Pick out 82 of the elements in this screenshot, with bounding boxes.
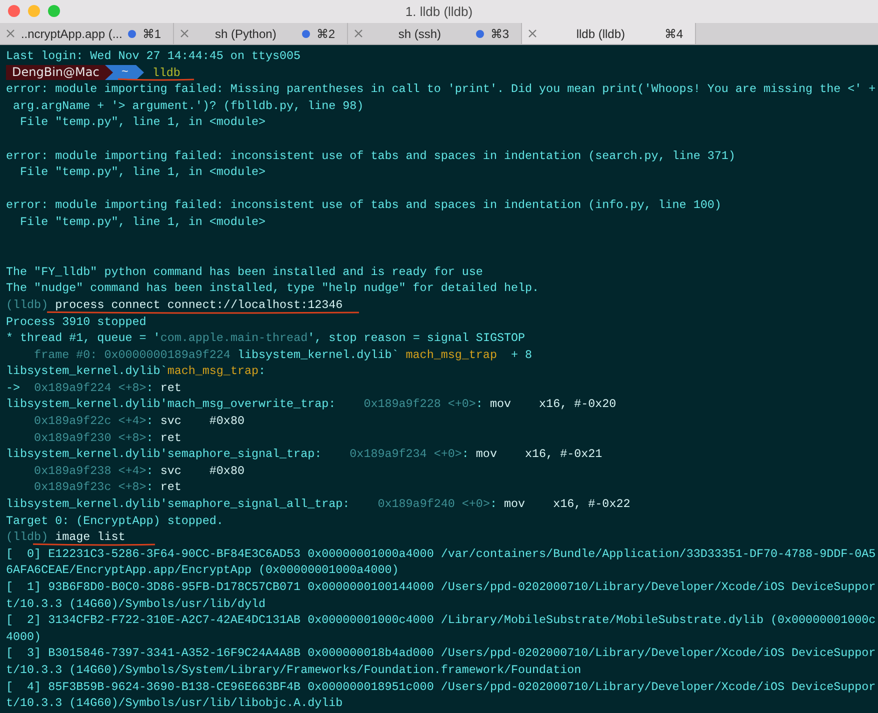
output-text: libsystem_kernel.dylib'mach_msg_overwrite_trap: [6,397,337,412]
output-text: Last login: Wed Nov 27 14:44:45 on ttys005 [6,49,301,63]
tab-shortcut: ⌘4 [664,26,683,42]
dim-output-text: (lldb) [6,530,50,544]
tab-title: sh (ssh) [397,26,442,42]
output-text: mov x16, #-0x21 [476,447,602,462]
close-tab-icon[interactable] [528,29,537,38]
output-text: libsystem_kernel.dylib` [237,348,400,362]
output-text: File "temp.py", line 1, in <module> [19,214,266,229]
output-text: [ 3] B3015846-7397-3341-A352-16F9C24A4A8B 0x000000018b4ad000 /Users/ppd-0202000710/Library/Developer/Xcode/iOS DeviceSuppor [6,646,876,660]
close-window-button[interactable] [8,5,20,17]
output-text: arg.argName + '> argument.')? (fblldb.py, line 98) [12,98,364,113]
output-text: error: module importing failed: inconsistent use of tabs and spaces in indentation (search.py, line 371) [6,148,736,163]
output-text: Target 0: (EncryptApp) stopped. [6,514,224,528]
output-text: File "temp.py", line 1, in <module> [19,165,266,180]
output-text: : [476,397,484,412]
output-text: -> [6,380,22,395]
tab-title: sh (Python) [214,26,278,42]
tab-title: lldb (lldb) [575,26,626,42]
output-text: [ 2] 3134CFB2-F722-310E-A2C7-42AE4DC131AB 0x00000001000c4000 /Library/MobileSubstrate/MobileSubstrate.dylib (0x00000001000c [6,613,876,628]
output-text: t/10.3.3 (14G60)/Symbols/System/Library/Frameworks/Foundation.framework/Foundation [6,662,582,677]
output-text: : [146,480,154,494]
output-text: [ 4] 85F3B59B-9624-3690-B138-CE96E663BF4B 0x000000018951c000 /Users/ppd-0202000710/Library/Developer/Xcode/iOS DeviceSuppor [6,680,876,694]
output-text: ret [160,380,182,395]
dim-output-text: 0x189a9f22c <+4> [33,414,146,428]
close-tab-icon[interactable] [180,29,189,38]
output-text: Process 3910 stopped [6,314,146,328]
tab-shortcut: ⌘2 [316,26,335,42]
symbol-text: mach_msg_trap [406,348,497,362]
output-text: : [146,430,154,445]
output-text: svc #0x80 [160,464,244,478]
close-tab-icon[interactable] [6,29,15,38]
output-text: ret [160,480,182,494]
dim-output-text: 0x189a9f234 <+0> [350,447,462,462]
dim-output-text: 0x189a9f230 <+8> [33,430,146,445]
terminal-tab[interactable]: lldb (lldb) ⌘4 [522,23,696,44]
output-text: [ 1] 93B6F8D0-B0C0-3D86-95FB-D178C57CB071 0x0000000100144000 /Users/ppd-0202000710/Library/Developer/Xcode/iOS DeviceSuppor [6,580,876,594]
output-text: : [146,380,154,395]
dim-output-text: frame #0: 0x0000000189a9f224 [33,348,232,362]
prompt-arrow-icon [136,65,144,80]
zoom-window-button[interactable] [48,5,60,17]
output-text: The "nudge" command has been installed, type "help nudge" for detailed help. [6,281,540,296]
output-text: svc #0x80 [160,414,244,428]
output-text: t/10.3.3 (14G60)/Symbols/usr/lib/libobjc.A.dylib [6,696,343,710]
dim-output-text: 0x189a9f238 <+4> [33,464,146,478]
output-text: [ 0] E12231C3-5286-3F64-90CC-BF84E3C6AD53 0x00000001000a4000 /var/containers/Bundle/Application/33D33351-DF70-4788-9DDF-0A5 [6,546,876,561]
output-text: : [146,464,154,478]
dim-output-text: com.apple.main-thread [160,331,308,346]
output-text: : [462,447,470,462]
dim-output-text: 0x189a9f240 <+0> [378,497,490,512]
dim-output-text: (lldb) [6,298,50,312]
output-text: 6AFA6CEAE/EncryptApp.app/EncryptApp (0x00000001000a4000) [6,563,399,578]
output-text: libsystem_kernel.dylib` [6,364,168,378]
dim-output-text: 0x189a9f23c <+8> [33,480,146,494]
output-text: The "FY_lldb" python command has been installed and is ready for use [6,264,483,279]
output-text: : [146,414,154,428]
output-text: mov x16, #-0x20 [490,397,616,412]
symbol-text: mach_msg_trap [167,364,259,378]
dim-output-text: 0x189a9f228 <+0> [364,397,476,412]
output-text: error: module importing failed: inconsistent use of tabs and spaces in indentation (info.py, line 100) [6,198,722,212]
dim-output-text: 0x189a9f224 <+8> [34,380,146,395]
tab-title: ..ncryptApp.app (... [20,26,124,42]
output-text: + 8 [510,348,532,362]
output-text: * thread #1, queue = ' [6,331,160,346]
output-text: ', stop reason = signal SIGSTOP [308,331,526,346]
output-text: image list [55,530,126,544]
output-text: : [490,497,498,512]
window-title: 1. lldb (lldb) [405,2,473,21]
output-text: : [258,364,266,378]
output-text: libsystem_kernel.dylib'semaphore_signal_all_trap: [6,497,351,512]
output-text: t/10.3.3 (14G60)/Symbols/usr/lib/dyld [6,596,266,611]
command-text: lldb [152,64,180,82]
output-text: process connect connect://localhost:12346 [55,298,343,312]
tab-shortcut: ⌘1 [142,26,161,42]
output-text: error: module importing failed: Missing parentheses in call to 'print'. Did you mean print('Whoops! You are missing the <' + [6,82,876,96]
tab-shortcut: ⌘3 [490,26,509,42]
close-tab-icon[interactable] [354,29,363,38]
output-text: File "temp.py", line 1, in <module> [19,115,266,130]
output-text: mov x16, #-0x22 [504,497,630,512]
output-text: libsystem_kernel.dylib'semaphore_signal_trap: [6,447,323,462]
output-text: 4000) [6,630,42,644]
output-text: ret [160,430,182,445]
